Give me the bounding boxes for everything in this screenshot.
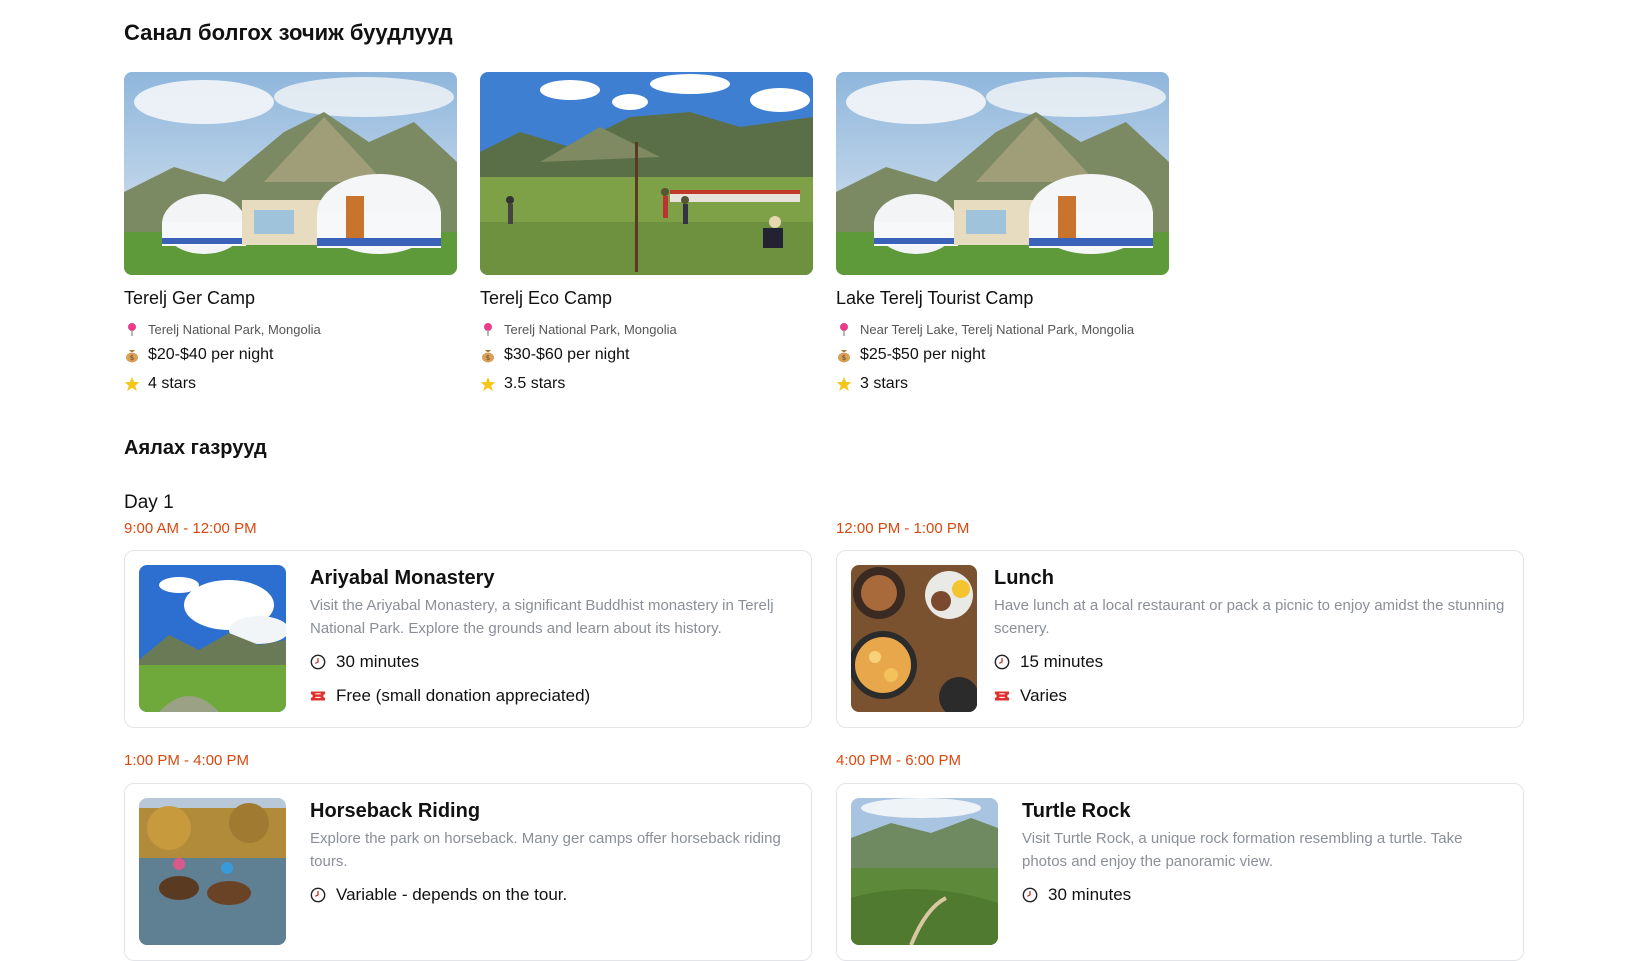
activity-duration-row: 30 minutes: [310, 652, 797, 672]
clock-icon: [1022, 887, 1038, 903]
activity-title: Lunch: [994, 567, 1054, 589]
activity-duration: 30 minutes: [1048, 885, 1132, 904]
activity-cost: Free (small donation appreciated): [336, 686, 591, 705]
camp-location-row: Near Terelj Lake, Terelj National Park, …: [836, 321, 1169, 337]
activity-photo: [851, 565, 977, 712]
camp-card[interactable]: Terelj Eco Camp Terelj National Park, Mo…: [480, 72, 813, 393]
camp-price-row: $ $20-$40 per night: [124, 346, 457, 364]
activity-duration: 15 minutes: [1020, 652, 1104, 671]
camp-card[interactable]: Terelj Ger Camp Terelj National Park, Mo…: [124, 72, 457, 393]
camp-price: $25-$50 per night: [860, 346, 986, 363]
money-bag-icon: $: [480, 347, 496, 363]
activity-time: 4:00 PM - 6:00 PM: [836, 752, 962, 769]
camp-location: Terelj National Park, Mongolia: [148, 321, 321, 337]
camp-rating: 4 stars: [148, 375, 197, 392]
ticket-icon: [310, 688, 326, 704]
activity-title: Horseback Riding: [310, 800, 481, 822]
activity-description: Explore the park on horseback. Many ger …: [310, 830, 781, 870]
map-pin-icon: [480, 321, 496, 337]
camp-rating: 3.5 stars: [504, 375, 566, 392]
camp-price-row: $ $30-$60 per night: [480, 346, 813, 364]
activity-duration-row: 15 minutes: [994, 652, 1509, 672]
activity-cost-row: Varies: [994, 686, 1509, 706]
map-pin-icon: [124, 321, 140, 337]
activity-duration-row: 30 minutes: [1022, 885, 1509, 905]
activity-body: Lunch Have lunch at a local restaurant o…: [994, 567, 1509, 706]
money-bag-icon: $: [124, 347, 140, 363]
activity-time: 1:00 PM - 4:00 PM: [124, 752, 250, 769]
camp-price: $20-$40 per night: [148, 346, 274, 363]
activity-body: Horseback Riding Explore the park on hor…: [310, 800, 797, 905]
activity-duration-row: Variable - depends on the tour.: [310, 885, 797, 905]
camp-rating-row: 4 stars: [124, 375, 457, 393]
activity-time: 9:00 AM - 12:00 PM: [124, 520, 257, 537]
ticket-icon: [994, 688, 1010, 704]
camp-photo: [480, 72, 813, 275]
camp-card[interactable]: Lake Terelj Tourist Camp Near Terelj Lak…: [836, 72, 1169, 393]
recommended-section-title: Санал болгох зочиж буудлууд: [124, 20, 453, 45]
places-section-title: Аялах газрууд: [124, 437, 267, 459]
day-label: Day 1: [124, 492, 174, 513]
activity-time: 12:00 PM - 1:00 PM: [836, 520, 970, 537]
activity-photo: [851, 798, 998, 945]
activity-card[interactable]: Horseback Riding Explore the park on hor…: [124, 783, 812, 961]
camp-rating-row: 3.5 stars: [480, 375, 813, 393]
camp-location: Terelj National Park, Mongolia: [504, 321, 677, 337]
star-icon: [836, 376, 852, 392]
camp-photo: [836, 72, 1169, 275]
star-icon: [480, 376, 496, 392]
camp-rating: 3 stars: [860, 375, 909, 392]
activity-card[interactable]: Lunch Have lunch at a local restaurant o…: [836, 550, 1524, 728]
star-icon: [124, 376, 140, 392]
activity-duration: 30 minutes: [336, 652, 420, 671]
activity-cost-row: Free (small donation appreciated): [310, 686, 797, 706]
camp-price-row: $ $25-$50 per night: [836, 346, 1169, 364]
camp-rating-row: 3 stars: [836, 375, 1169, 393]
activity-title: Turtle Rock: [1022, 800, 1131, 822]
page: Санал болгох зочиж буудлууд Terelj Ger C…: [0, 0, 1630, 961]
svg-text:$: $: [486, 354, 490, 362]
camp-location: Near Terelj Lake, Terelj National Park, …: [860, 321, 1135, 337]
map-pin-icon: [836, 321, 852, 337]
activity-body: Turtle Rock Visit Turtle Rock, a unique …: [1022, 800, 1509, 905]
camp-name: Lake Terelj Tourist Camp: [836, 288, 1034, 308]
clock-icon: [310, 887, 326, 903]
activity-description: Visit Turtle Rock, a unique rock formati…: [1022, 830, 1463, 870]
activity-cost: Varies: [1020, 686, 1067, 705]
camp-price: $30-$60 per night: [504, 346, 630, 363]
activity-description: Visit the Ariyabal Monastery, a signific…: [310, 597, 774, 637]
activity-card[interactable]: Ariyabal Monastery Visit the Ariyabal Mo…: [124, 550, 812, 728]
camp-location-row: Terelj National Park, Mongolia: [480, 321, 813, 337]
activity-body: Ariyabal Monastery Visit the Ariyabal Mo…: [310, 567, 797, 706]
clock-icon: [310, 654, 326, 670]
activity-photo: [139, 565, 286, 712]
camp-name: Terelj Eco Camp: [480, 288, 613, 308]
camp-name: Terelj Ger Camp: [124, 288, 256, 308]
camp-photo: [124, 72, 457, 275]
activity-card[interactable]: Turtle Rock Visit Turtle Rock, a unique …: [836, 783, 1524, 961]
activity-duration: Variable - depends on the tour.: [336, 885, 568, 904]
svg-text:$: $: [130, 354, 134, 362]
camp-location-row: Terelj National Park, Mongolia: [124, 321, 457, 337]
activity-description: Have lunch at a local restaurant or pack…: [994, 597, 1505, 637]
clock-icon: [994, 654, 1010, 670]
svg-text:$: $: [842, 354, 846, 362]
activity-photo: [139, 798, 286, 945]
money-bag-icon: $: [836, 347, 852, 363]
activity-title: Ariyabal Monastery: [310, 567, 495, 589]
